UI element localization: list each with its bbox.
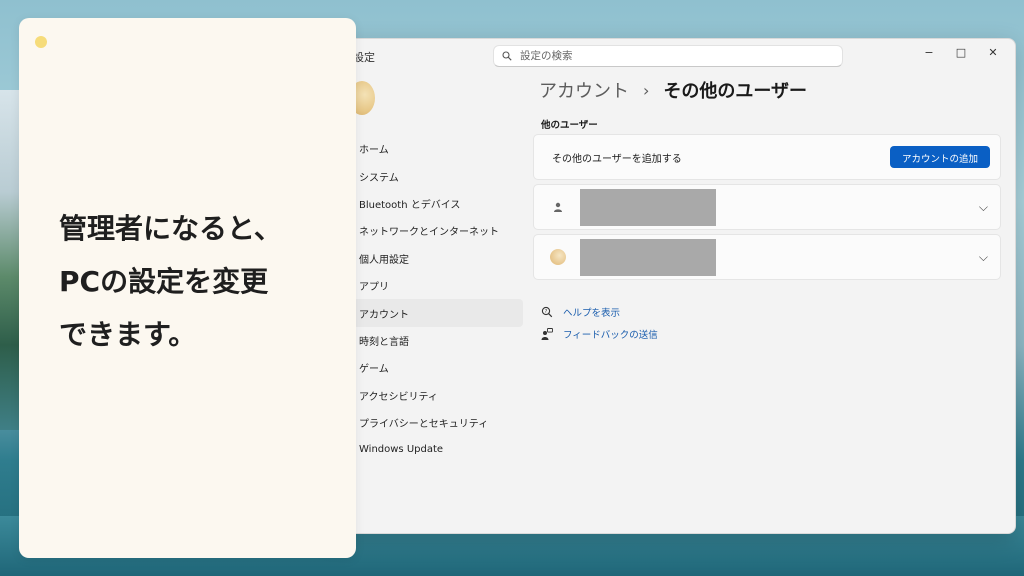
maximize-button[interactable]: □ <box>945 41 977 63</box>
search-input[interactable] <box>520 50 820 62</box>
user-row[interactable]: ⌵ <box>533 184 1001 230</box>
feedback-link[interactable]: フィードバックの送信 <box>541 323 658 345</box>
sidebar-item-network[interactable]: ネットワークとインターネット <box>353 217 523 244</box>
chevron-down-icon[interactable]: ⌵ <box>979 250 988 265</box>
sidebar-item-accounts[interactable]: アカウント <box>353 299 523 327</box>
minimize-button[interactable]: − <box>913 41 945 63</box>
breadcrumb-parent[interactable]: アカウント <box>539 77 629 103</box>
feedback-icon <box>541 328 553 340</box>
sidebar-item-bluetooth[interactable]: Bluetooth とデバイス <box>353 190 523 217</box>
help-links: ? ヘルプを表示 フィードバックの送信 <box>541 301 658 345</box>
sidebar-item-windows-update[interactable]: Windows Update <box>353 436 523 463</box>
feedback-link-label[interactable]: フィードバックの送信 <box>563 327 658 341</box>
redacted-username <box>580 238 716 276</box>
window-controls: − □ ✕ <box>913 41 1009 63</box>
redacted-username <box>580 188 716 226</box>
caption-card: 管理者になると、 PCの設定を変更 できます。 <box>19 18 356 558</box>
breadcrumb-separator: › <box>643 80 650 100</box>
add-user-label: その他のユーザーを追加する <box>552 153 682 165</box>
sidebar-nav: ホーム システム Bluetooth とデバイス ネットワークとインターネット … <box>353 135 523 464</box>
breadcrumb: アカウント › その他のユーザー <box>539 77 807 103</box>
caption-line: PCの設定を変更 <box>59 265 269 298</box>
sidebar-item-gaming[interactable]: ゲーム <box>353 354 523 381</box>
close-button[interactable]: ✕ <box>977 41 1009 63</box>
help-icon: ? <box>541 306 553 318</box>
user-row[interactable]: ⌵ <box>533 234 1001 280</box>
settings-window: 設定 − □ ✕ ホーム システム Bluetooth とデバイス ネットワーク… <box>320 38 1016 534</box>
decorative-dot <box>35 36 47 48</box>
sidebar-item-personalization[interactable]: 個人用設定 <box>353 245 523 272</box>
sidebar-item-accessibility[interactable]: アクセシビリティ <box>353 382 523 409</box>
search-box[interactable] <box>493 45 843 67</box>
sidebar-item-apps[interactable]: アプリ <box>353 272 523 299</box>
chevron-down-icon[interactable]: ⌵ <box>979 200 988 215</box>
help-link[interactable]: ? ヘルプを表示 <box>541 301 658 323</box>
caption-text: 管理者になると、 PCの設定を変更 できます。 <box>59 202 339 361</box>
user-photo-icon <box>548 247 568 267</box>
window-title: 設定 <box>353 51 375 64</box>
sidebar-item-time-language[interactable]: 時刻と言語 <box>353 327 523 354</box>
sidebar-item-privacy[interactable]: プライバシーとセキュリティ <box>353 409 523 436</box>
page-title: その他のユーザー <box>663 81 808 102</box>
sidebar-item-system[interactable]: システム <box>353 162 523 189</box>
caption-line: 管理者になると、 <box>59 212 282 245</box>
search-icon <box>502 51 512 61</box>
help-link-label[interactable]: ヘルプを表示 <box>563 305 620 319</box>
add-account-button[interactable]: アカウントの追加 <box>889 146 990 168</box>
person-icon <box>548 197 568 217</box>
sidebar-item-home[interactable]: ホーム <box>353 135 523 162</box>
caption-line: できます。 <box>59 318 197 351</box>
section-title: 他のユーザー <box>541 120 598 131</box>
svg-text:?: ? <box>545 309 548 315</box>
add-user-card: その他のユーザーを追加する アカウントの追加 <box>533 134 1001 180</box>
